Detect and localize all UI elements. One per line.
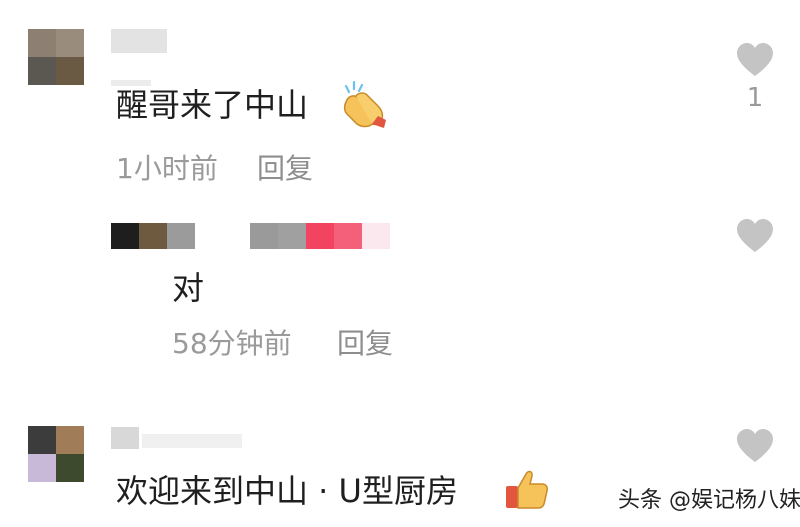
like-count: 1: [746, 83, 764, 113]
username-blurred[interactable]: [111, 29, 167, 53]
like-button[interactable]: [735, 42, 775, 78]
username-blurred[interactable]: [111, 427, 139, 449]
heart-icon: [737, 429, 773, 462]
clapping-hands-icon: [338, 80, 390, 130]
reply-button[interactable]: 回复: [337, 327, 393, 361]
reply-target-name-blurred[interactable]: [250, 223, 390, 249]
comment-text: 醒哥来了中山: [116, 86, 309, 124]
reply-avatar-and-name-blurred[interactable]: [111, 223, 195, 249]
comment-text: 对: [172, 269, 205, 307]
thumbs-up-icon: [504, 466, 550, 512]
comment-time: 58分钟前: [172, 327, 292, 360]
comment-time: 1小时前: [116, 152, 218, 185]
avatar[interactable]: [28, 426, 84, 482]
reply-button[interactable]: 回复: [257, 152, 313, 186]
heart-icon: [737, 219, 773, 252]
comment-text: 欢迎来到中山 · U型厨房: [116, 472, 458, 510]
like-button[interactable]: [735, 428, 775, 464]
like-button[interactable]: [735, 218, 775, 254]
watermark: 头条 @娱记杨八妹: [618, 488, 800, 513]
avatar[interactable]: [28, 29, 84, 85]
username-blurred-extra: [142, 434, 242, 448]
heart-icon: [737, 43, 773, 76]
